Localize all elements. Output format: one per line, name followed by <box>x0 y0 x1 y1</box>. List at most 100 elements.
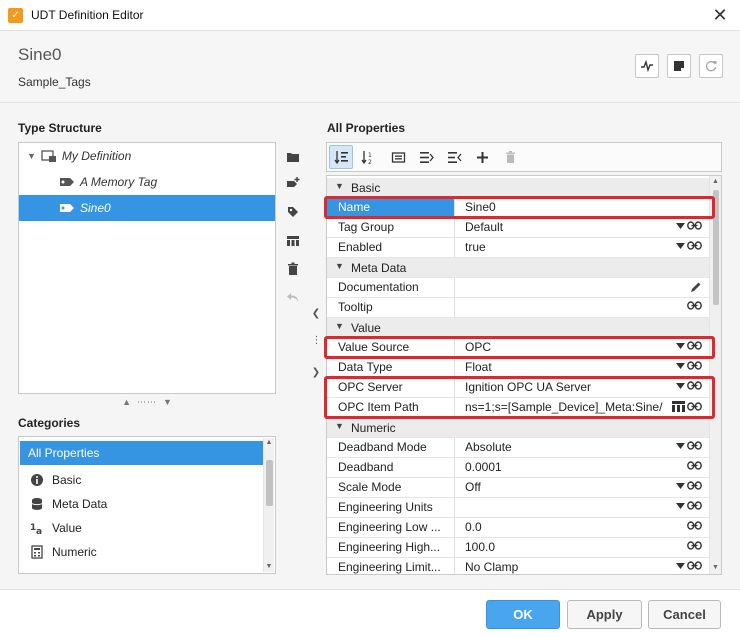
prop-value-opc-server[interactable]: Ignition OPC UA Server <box>456 378 710 397</box>
prop-row-enabled[interactable]: Enabled true <box>327 238 710 258</box>
prop-value-tooltip[interactable] <box>456 298 710 317</box>
binding-link-icon[interactable] <box>687 241 702 250</box>
notes-button[interactable] <box>667 54 691 78</box>
prop-row-engineering-low[interactable]: Engineering Low ... 0.0 <box>327 518 710 538</box>
binding-link-icon[interactable] <box>687 501 702 510</box>
splitter-grip-icon[interactable]: ⋯⋯ <box>137 397 157 408</box>
prop-value-data-type[interactable]: Float <box>456 358 710 377</box>
binding-link-icon[interactable] <box>687 341 702 350</box>
binding-link-icon[interactable] <box>687 381 702 390</box>
prop-value-deadband-mode[interactable]: Absolute <box>456 438 710 457</box>
collapse-all-button[interactable] <box>442 145 466 169</box>
prop-row-engineering-limit[interactable]: Engineering Limit... No Clamp <box>327 558 710 574</box>
scroll-up-icon[interactable]: ▲ <box>710 176 721 188</box>
prop-value-engineering-high[interactable]: 100.0 <box>456 538 710 557</box>
prop-row-engineering-high[interactable]: Engineering High... 100.0 <box>327 538 710 558</box>
prop-value-tag-group[interactable]: Default <box>456 218 710 237</box>
cancel-button[interactable]: Cancel <box>648 600 721 629</box>
category-value[interactable]: 1a Value <box>20 516 264 540</box>
apply-button[interactable]: Apply <box>567 600 642 629</box>
caret-down-icon[interactable]: ▼ <box>335 181 344 191</box>
prop-row-scale-mode[interactable]: Scale Mode Off <box>327 478 710 498</box>
categories-scrollbar[interactable]: ▲ ▼ <box>263 438 274 572</box>
binding-link-icon[interactable] <box>687 561 702 570</box>
tag-tool-button[interactable] <box>282 202 304 222</box>
section-value[interactable]: ▼ Value <box>327 318 710 338</box>
category-meta-data[interactable]: Meta Data <box>20 492 264 516</box>
delete-button[interactable] <box>282 259 304 279</box>
add-property-button[interactable] <box>470 145 494 169</box>
prop-value-engineering-low[interactable]: 0.0 <box>456 518 710 537</box>
scroll-thumb[interactable] <box>266 460 273 506</box>
refresh-button[interactable] <box>699 54 723 78</box>
tree-node-sine0[interactable]: Sine0 <box>19 195 275 221</box>
prop-row-tooltip[interactable]: Tooltip <box>327 298 710 318</box>
prop-value-documentation[interactable] <box>456 278 710 297</box>
prop-row-tag-group[interactable]: Tag Group Default <box>327 218 710 238</box>
binding-link-icon[interactable] <box>687 441 702 450</box>
prop-row-documentation[interactable]: Documentation <box>327 278 710 298</box>
ok-button[interactable]: OK <box>486 600 560 629</box>
prop-row-name[interactable]: Name Sine0 <box>327 198 710 218</box>
dropdown-caret-icon[interactable] <box>676 502 685 509</box>
binding-link-icon[interactable] <box>687 221 702 230</box>
category-all-properties[interactable]: All Properties <box>20 441 264 465</box>
add-tag-button[interactable] <box>282 174 304 194</box>
binding-link-icon[interactable] <box>687 402 702 411</box>
binding-link-icon[interactable] <box>687 481 702 490</box>
dropdown-caret-icon[interactable] <box>676 242 685 249</box>
expand-all-button[interactable] <box>414 145 438 169</box>
prop-value-engineering-limit[interactable]: No Clamp <box>456 558 710 574</box>
horizontal-splitter-grip-icon[interactable]: ⋮ <box>310 335 322 346</box>
prop-value-deadband[interactable]: 0.0001 <box>456 458 710 477</box>
vertical-splitter[interactable]: ▲ ⋯⋯ ▼ <box>18 395 276 409</box>
dropdown-caret-icon[interactable] <box>676 482 685 489</box>
category-basic[interactable]: Basic <box>20 468 264 492</box>
dropdown-caret-icon[interactable] <box>676 562 685 569</box>
section-numeric[interactable]: ▼ Numeric <box>327 418 710 438</box>
dropdown-caret-icon[interactable] <box>676 382 685 389</box>
prop-value-engineering-units[interactable] <box>456 498 710 517</box>
caret-down-icon[interactable]: ▼ <box>335 421 344 431</box>
property-grid-scrollbar[interactable]: ▲ ▼ <box>709 176 721 574</box>
prop-row-data-type[interactable]: Data Type Float <box>327 358 710 378</box>
scroll-thumb[interactable] <box>713 190 719 305</box>
binding-link-icon[interactable] <box>687 301 702 310</box>
section-basic[interactable]: ▼ Basic <box>327 178 710 198</box>
collapse-left-icon[interactable]: ❮ <box>310 308 322 319</box>
caret-down-icon[interactable]: ▼ <box>27 151 36 161</box>
scroll-down-icon[interactable]: ▼ <box>264 562 274 572</box>
dropdown-caret-icon[interactable] <box>676 222 685 229</box>
new-folder-button[interactable] <box>282 147 304 167</box>
browse-tags-icon[interactable] <box>672 401 685 412</box>
prop-row-deadband-mode[interactable]: Deadband Mode Absolute <box>327 438 710 458</box>
prop-row-value-source[interactable]: Value Source OPC <box>327 338 710 358</box>
binding-link-icon[interactable] <box>687 521 702 530</box>
prop-row-engineering-units[interactable]: Engineering Units <box>327 498 710 518</box>
prop-value-name[interactable]: Sine0 <box>456 198 710 217</box>
remove-property-button[interactable] <box>498 145 522 169</box>
sort-categorized-button[interactable] <box>329 145 353 169</box>
prop-value-opc-item-path[interactable]: ns=1;s=[Sample_Device]_Meta:Sine/ <box>456 398 666 417</box>
binding-link-icon[interactable] <box>687 361 702 370</box>
close-icon[interactable]: ✕ <box>710 4 730 26</box>
scroll-up-icon[interactable]: ▲ <box>264 438 274 448</box>
section-meta-data[interactable]: ▼ Meta Data <box>327 258 710 278</box>
scroll-down-icon[interactable]: ▼ <box>710 562 721 574</box>
udt-instance-button[interactable] <box>282 231 304 251</box>
prop-row-opc-item-path[interactable]: OPC Item Path ns=1;s=[Sample_Device]_Met… <box>327 398 710 418</box>
prop-row-deadband[interactable]: Deadband 0.0001 <box>327 458 710 478</box>
chevron-down-icon[interactable]: ▼ <box>163 397 172 407</box>
caret-down-icon[interactable]: ▼ <box>335 261 344 271</box>
prop-value-value-source[interactable]: OPC <box>456 338 710 357</box>
property-view-button[interactable] <box>386 145 410 169</box>
chevron-up-icon[interactable]: ▲ <box>122 397 131 407</box>
caret-down-icon[interactable]: ▼ <box>335 321 344 331</box>
prop-value-scale-mode[interactable]: Off <box>456 478 710 497</box>
expand-right-icon[interactable]: ❯ <box>310 367 322 378</box>
pencil-icon[interactable] <box>690 281 702 293</box>
prop-row-opc-server[interactable]: OPC Server Ignition OPC UA Server <box>327 378 710 398</box>
binding-link-icon[interactable] <box>687 461 702 470</box>
tree-node-my-definition[interactable]: ▼ My Definition <box>19 143 275 169</box>
binding-link-icon[interactable] <box>687 541 702 550</box>
